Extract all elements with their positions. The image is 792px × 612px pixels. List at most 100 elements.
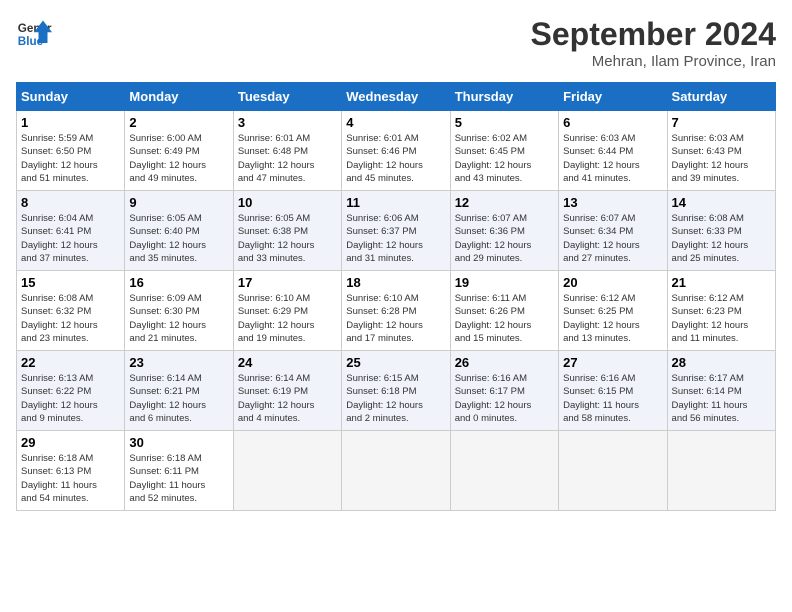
calendar-week-row: 1 Sunrise: 5:59 AM Sunset: 6:50 PM Dayli…	[17, 111, 776, 191]
day-info: Sunrise: 6:10 AM Sunset: 6:28 PM Dayligh…	[346, 292, 445, 345]
table-row: 7 Sunrise: 6:03 AM Sunset: 6:43 PM Dayli…	[667, 111, 775, 191]
day-info: Sunrise: 6:02 AM Sunset: 6:45 PM Dayligh…	[455, 132, 554, 185]
table-row: 4 Sunrise: 6:01 AM Sunset: 6:46 PM Dayli…	[342, 111, 450, 191]
col-thursday: Thursday	[450, 83, 558, 111]
table-row: 5 Sunrise: 6:02 AM Sunset: 6:45 PM Dayli…	[450, 111, 558, 191]
table-row: 24 Sunrise: 6:14 AM Sunset: 6:19 PM Dayl…	[233, 351, 341, 431]
day-info: Sunrise: 5:59 AM Sunset: 6:50 PM Dayligh…	[21, 132, 120, 185]
table-row: 19 Sunrise: 6:11 AM Sunset: 6:26 PM Dayl…	[450, 271, 558, 351]
day-info: Sunrise: 6:04 AM Sunset: 6:41 PM Dayligh…	[21, 212, 120, 265]
day-number: 7	[672, 115, 771, 130]
table-row: 2 Sunrise: 6:00 AM Sunset: 6:49 PM Dayli…	[125, 111, 233, 191]
day-number: 5	[455, 115, 554, 130]
col-tuesday: Tuesday	[233, 83, 341, 111]
location: Mehran, Ilam Province, Iran	[531, 53, 776, 70]
table-row	[342, 431, 450, 511]
table-row: 26 Sunrise: 6:16 AM Sunset: 6:17 PM Dayl…	[450, 351, 558, 431]
day-info: Sunrise: 6:07 AM Sunset: 6:34 PM Dayligh…	[563, 212, 662, 265]
table-row	[233, 431, 341, 511]
table-row: 30 Sunrise: 6:18 AM Sunset: 6:11 PM Dayl…	[125, 431, 233, 511]
calendar-week-row: 15 Sunrise: 6:08 AM Sunset: 6:32 PM Dayl…	[17, 271, 776, 351]
day-number: 14	[672, 195, 771, 210]
day-number: 25	[346, 355, 445, 370]
day-number: 22	[21, 355, 120, 370]
day-info: Sunrise: 6:15 AM Sunset: 6:18 PM Dayligh…	[346, 372, 445, 425]
day-number: 4	[346, 115, 445, 130]
day-info: Sunrise: 6:16 AM Sunset: 6:17 PM Dayligh…	[455, 372, 554, 425]
col-saturday: Saturday	[667, 83, 775, 111]
table-row: 16 Sunrise: 6:09 AM Sunset: 6:30 PM Dayl…	[125, 271, 233, 351]
calendar-header-row: Sunday Monday Tuesday Wednesday Thursday…	[17, 83, 776, 111]
calendar-week-row: 29 Sunrise: 6:18 AM Sunset: 6:13 PM Dayl…	[17, 431, 776, 511]
table-row: 14 Sunrise: 6:08 AM Sunset: 6:33 PM Dayl…	[667, 191, 775, 271]
table-row: 15 Sunrise: 6:08 AM Sunset: 6:32 PM Dayl…	[17, 271, 125, 351]
day-number: 17	[238, 275, 337, 290]
day-info: Sunrise: 6:01 AM Sunset: 6:46 PM Dayligh…	[346, 132, 445, 185]
col-wednesday: Wednesday	[342, 83, 450, 111]
table-row: 23 Sunrise: 6:14 AM Sunset: 6:21 PM Dayl…	[125, 351, 233, 431]
table-row	[559, 431, 667, 511]
day-info: Sunrise: 6:13 AM Sunset: 6:22 PM Dayligh…	[21, 372, 120, 425]
day-number: 24	[238, 355, 337, 370]
table-row: 10 Sunrise: 6:05 AM Sunset: 6:38 PM Dayl…	[233, 191, 341, 271]
day-info: Sunrise: 6:09 AM Sunset: 6:30 PM Dayligh…	[129, 292, 228, 345]
table-row: 1 Sunrise: 5:59 AM Sunset: 6:50 PM Dayli…	[17, 111, 125, 191]
day-info: Sunrise: 6:08 AM Sunset: 6:32 PM Dayligh…	[21, 292, 120, 345]
day-number: 8	[21, 195, 120, 210]
day-info: Sunrise: 6:14 AM Sunset: 6:21 PM Dayligh…	[129, 372, 228, 425]
day-number: 2	[129, 115, 228, 130]
table-row: 28 Sunrise: 6:17 AM Sunset: 6:14 PM Dayl…	[667, 351, 775, 431]
day-number: 15	[21, 275, 120, 290]
day-info: Sunrise: 6:06 AM Sunset: 6:37 PM Dayligh…	[346, 212, 445, 265]
table-row: 3 Sunrise: 6:01 AM Sunset: 6:48 PM Dayli…	[233, 111, 341, 191]
day-number: 27	[563, 355, 662, 370]
day-number: 1	[21, 115, 120, 130]
page-header: General Blue September 2024 Mehran, Ilam…	[16, 16, 776, 70]
day-info: Sunrise: 6:12 AM Sunset: 6:23 PM Dayligh…	[672, 292, 771, 345]
day-info: Sunrise: 6:11 AM Sunset: 6:26 PM Dayligh…	[455, 292, 554, 345]
day-number: 12	[455, 195, 554, 210]
day-info: Sunrise: 6:12 AM Sunset: 6:25 PM Dayligh…	[563, 292, 662, 345]
day-number: 13	[563, 195, 662, 210]
day-number: 10	[238, 195, 337, 210]
day-info: Sunrise: 6:14 AM Sunset: 6:19 PM Dayligh…	[238, 372, 337, 425]
calendar-table: Sunday Monday Tuesday Wednesday Thursday…	[16, 82, 776, 511]
table-row: 22 Sunrise: 6:13 AM Sunset: 6:22 PM Dayl…	[17, 351, 125, 431]
day-info: Sunrise: 6:05 AM Sunset: 6:38 PM Dayligh…	[238, 212, 337, 265]
table-row	[450, 431, 558, 511]
day-number: 6	[563, 115, 662, 130]
day-number: 19	[455, 275, 554, 290]
day-info: Sunrise: 6:03 AM Sunset: 6:44 PM Dayligh…	[563, 132, 662, 185]
day-info: Sunrise: 6:18 AM Sunset: 6:13 PM Dayligh…	[21, 452, 120, 505]
day-info: Sunrise: 6:10 AM Sunset: 6:29 PM Dayligh…	[238, 292, 337, 345]
day-number: 21	[672, 275, 771, 290]
day-number: 18	[346, 275, 445, 290]
day-info: Sunrise: 6:00 AM Sunset: 6:49 PM Dayligh…	[129, 132, 228, 185]
table-row: 6 Sunrise: 6:03 AM Sunset: 6:44 PM Dayli…	[559, 111, 667, 191]
table-row: 18 Sunrise: 6:10 AM Sunset: 6:28 PM Dayl…	[342, 271, 450, 351]
day-number: 3	[238, 115, 337, 130]
table-row: 9 Sunrise: 6:05 AM Sunset: 6:40 PM Dayli…	[125, 191, 233, 271]
table-row: 27 Sunrise: 6:16 AM Sunset: 6:15 PM Dayl…	[559, 351, 667, 431]
col-friday: Friday	[559, 83, 667, 111]
day-info: Sunrise: 6:05 AM Sunset: 6:40 PM Dayligh…	[129, 212, 228, 265]
day-number: 29	[21, 435, 120, 450]
table-row: 17 Sunrise: 6:10 AM Sunset: 6:29 PM Dayl…	[233, 271, 341, 351]
col-sunday: Sunday	[17, 83, 125, 111]
table-row: 11 Sunrise: 6:06 AM Sunset: 6:37 PM Dayl…	[342, 191, 450, 271]
calendar-week-row: 8 Sunrise: 6:04 AM Sunset: 6:41 PM Dayli…	[17, 191, 776, 271]
title-block: September 2024 Mehran, Ilam Province, Ir…	[531, 16, 776, 70]
day-number: 20	[563, 275, 662, 290]
col-monday: Monday	[125, 83, 233, 111]
table-row	[667, 431, 775, 511]
calendar-week-row: 22 Sunrise: 6:13 AM Sunset: 6:22 PM Dayl…	[17, 351, 776, 431]
day-number: 9	[129, 195, 228, 210]
table-row: 12 Sunrise: 6:07 AM Sunset: 6:36 PM Dayl…	[450, 191, 558, 271]
table-row: 8 Sunrise: 6:04 AM Sunset: 6:41 PM Dayli…	[17, 191, 125, 271]
day-info: Sunrise: 6:18 AM Sunset: 6:11 PM Dayligh…	[129, 452, 228, 505]
day-number: 28	[672, 355, 771, 370]
day-info: Sunrise: 6:17 AM Sunset: 6:14 PM Dayligh…	[672, 372, 771, 425]
day-number: 26	[455, 355, 554, 370]
day-info: Sunrise: 6:01 AM Sunset: 6:48 PM Dayligh…	[238, 132, 337, 185]
day-info: Sunrise: 6:08 AM Sunset: 6:33 PM Dayligh…	[672, 212, 771, 265]
